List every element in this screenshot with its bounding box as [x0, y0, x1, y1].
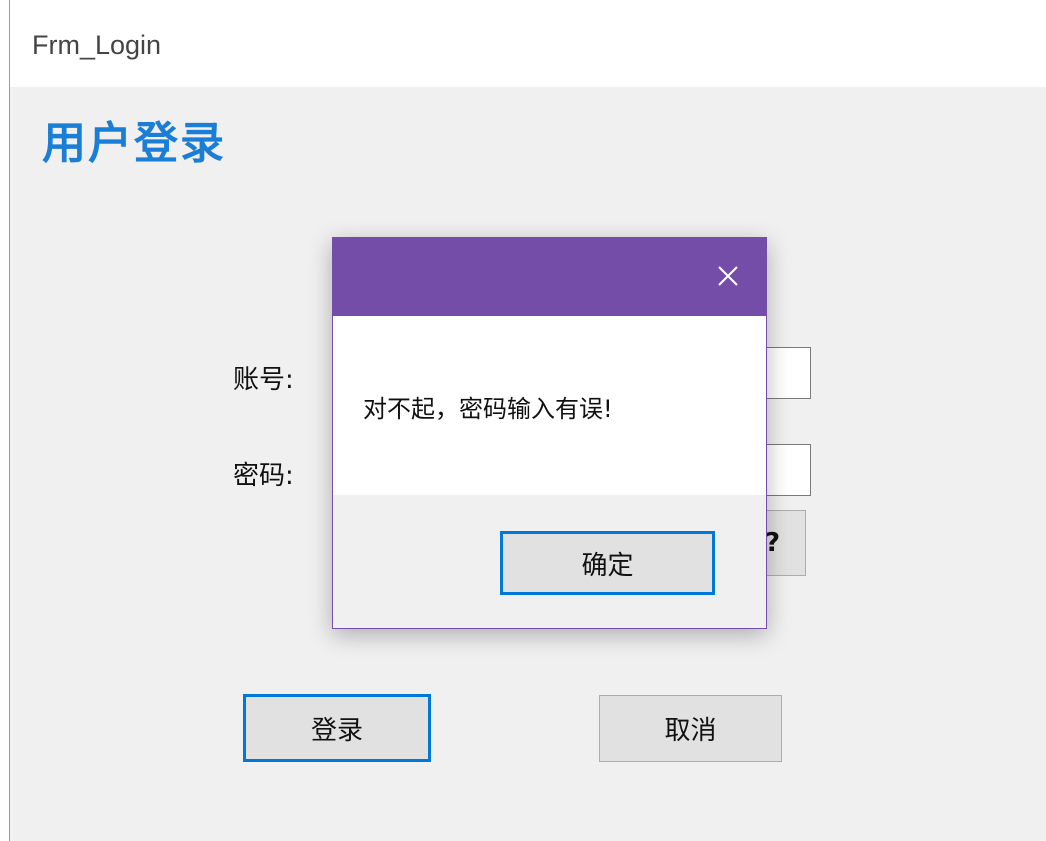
ok-button[interactable]: 确定	[500, 531, 715, 595]
dialog-body: 对不起，密码输入有误!	[333, 316, 766, 495]
login-button[interactable]: 登录	[243, 694, 431, 762]
close-icon	[718, 266, 738, 286]
page-title: 用户登录	[42, 118, 226, 169]
dialog-titlebar[interactable]	[333, 238, 766, 316]
password-label: 密码:	[233, 461, 294, 491]
window-title: Frm_Login	[32, 30, 162, 60]
error-dialog: 对不起，密码输入有误! 确定	[332, 237, 767, 629]
dialog-footer: 确定	[333, 495, 766, 628]
login-window: Frm_Login 用户登录 账号: 密码: ? 登录 取消 对不起，密码输入有…	[0, 0, 1046, 841]
window-titlebar[interactable]: Frm_Login	[10, 0, 1046, 87]
help-button-label: ?	[765, 528, 781, 558]
dialog-close-button[interactable]	[710, 258, 746, 294]
account-label: 账号:	[233, 365, 294, 395]
cancel-button[interactable]: 取消	[599, 695, 782, 762]
dialog-message: 对不起，密码输入有误!	[363, 395, 613, 423]
